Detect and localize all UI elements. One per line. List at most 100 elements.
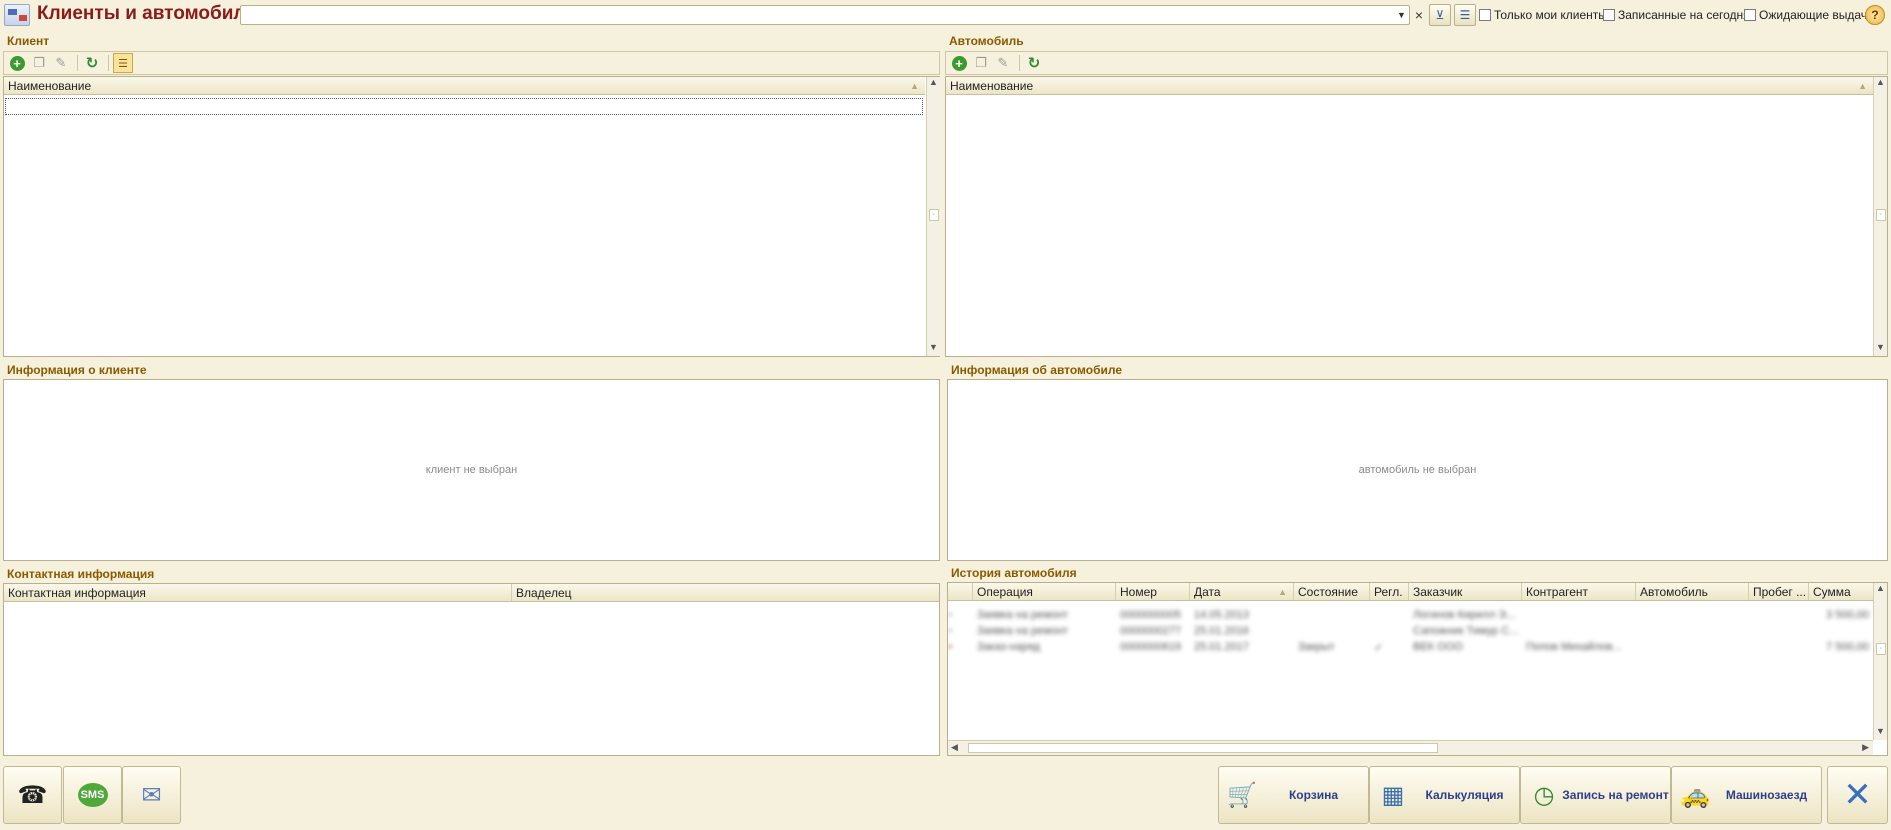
client-hierarchy-toggle[interactable]: ☰: [113, 53, 133, 73]
history-column-date[interactable]: Дата ▲: [1190, 583, 1294, 600]
car-arrival-button[interactable]: 🚕 Машинозаезд: [1671, 766, 1822, 824]
calculation-button[interactable]: ▦ Калькуляция: [1369, 766, 1520, 824]
filter-booked-today[interactable]: Записанные на сегодня: [1603, 8, 1750, 22]
sms-button[interactable]: SMS: [63, 766, 122, 824]
booked-today-checkbox[interactable]: [1603, 9, 1615, 21]
history-column-counterparty[interactable]: Контрагент: [1522, 583, 1636, 600]
scroll-up-icon[interactable]: ▲: [1874, 583, 1887, 597]
history-column-operation[interactable]: Операция: [973, 583, 1116, 600]
history-row[interactable]: ▪ Заявка на ремонт 0000000005 14.05.2013 Лог…: [948, 607, 1873, 623]
history-hscrollbar[interactable]: ◀ ▶: [948, 740, 1873, 755]
scroll-down-icon[interactable]: ▼: [927, 342, 940, 356]
client-edit-button[interactable]: ✎: [51, 53, 71, 73]
history-column-number[interactable]: Номер: [1116, 583, 1190, 600]
settings-list-icon: ☰: [1459, 8, 1471, 22]
scroll-up-icon[interactable]: ▲: [1874, 77, 1887, 91]
add-icon: +: [951, 55, 967, 71]
history-cell: Закрыт: [1298, 641, 1335, 653]
car-info-panel: автомобиль не выбран: [947, 379, 1888, 561]
scroll-thumb[interactable]: ▫: [1876, 209, 1886, 221]
document-icon: ▪: [948, 625, 952, 637]
history-cell: Сапожник Тимур С...: [1413, 625, 1519, 637]
history-cell: 14.05.2013: [1194, 609, 1250, 621]
car-list-scrollbar[interactable]: ▲ ▫ ▼: [1873, 77, 1887, 356]
only-my-clients-checkbox[interactable]: [1479, 9, 1491, 21]
sort-asc-icon: ▲: [1278, 586, 1287, 597]
car-toolbar: + ❐ ✎ ↻: [945, 51, 1888, 75]
scroll-thumb[interactable]: ▫: [929, 209, 939, 221]
history-hscroll-thumb[interactable]: [968, 743, 1438, 753]
scroll-down-icon[interactable]: ▼: [1874, 726, 1887, 740]
car-refresh-button[interactable]: ↻: [1024, 53, 1044, 73]
history-column-state[interactable]: Состояние: [1294, 583, 1370, 600]
clock-calendar-icon: ◷: [1533, 781, 1555, 809]
scroll-right-icon[interactable]: ▶: [1862, 742, 1869, 753]
car-arrival-button-label: Машинозаезд: [1725, 788, 1808, 802]
client-list[interactable]: Наименование ▲ ▲ ▫ ▼: [3, 76, 940, 357]
client-list-header: Наименование ▲: [4, 77, 925, 95]
scroll-left-icon[interactable]: ◀: [951, 742, 958, 753]
clear-filter-button[interactable]: ⊻: [1429, 4, 1451, 26]
history-cell: 25.01.2017: [1194, 641, 1250, 653]
awaiting-pickup-checkbox[interactable]: [1744, 9, 1756, 21]
history-row[interactable]: ▪ Заказ-наряд 0000000619 25.01.2017 Закрыт ✓ В…: [948, 639, 1873, 655]
sms-icon: SMS: [77, 783, 108, 807]
history-row[interactable]: ▪ Заявка на ремонт 0000000277 25.01.2016 Сап…: [948, 623, 1873, 639]
client-selected-row[interactable]: [5, 98, 923, 115]
search-clear-icon[interactable]: ×: [1411, 5, 1427, 25]
car-add-button[interactable]: +: [949, 53, 969, 73]
history-cell: 0000000277: [1120, 625, 1182, 637]
sort-asc-icon: ▲: [910, 80, 919, 91]
contacts-column-owner[interactable]: Владелец: [512, 584, 939, 601]
client-add-button[interactable]: +: [7, 53, 27, 73]
search-dropdown-icon[interactable]: ▼: [1394, 6, 1409, 24]
cart-button[interactable]: 🛒 Корзина: [1218, 766, 1369, 824]
booking-button-label: Запись на ремонт: [1562, 788, 1669, 802]
car-section-title: Автомобиль: [949, 34, 1024, 48]
filter-clear-icon: ⊻: [1435, 8, 1445, 22]
history-column-sum[interactable]: Сумма: [1809, 583, 1873, 600]
filter-only-my-clients[interactable]: Только мои клиенты: [1479, 8, 1607, 22]
car-name-column[interactable]: Наименование ▲: [946, 77, 1873, 94]
history-column-mileage[interactable]: Пробег ...: [1749, 583, 1809, 600]
call-button[interactable]: ☎: [3, 766, 62, 824]
client-name-column[interactable]: Наименование ▲: [4, 77, 925, 94]
history-table-header: Операция Номер Дата ▲ Состояние Регл. За…: [948, 583, 1873, 601]
help-icon: ?: [1871, 8, 1879, 22]
history-column-customer[interactable]: Заказчик: [1409, 583, 1522, 600]
scroll-thumb[interactable]: ▫: [1876, 643, 1886, 655]
app-icon: [4, 4, 30, 26]
contacts-list[interactable]: Контактная информация Владелец: [3, 583, 940, 756]
booking-button[interactable]: ◷ Запись на ремонт: [1520, 766, 1671, 824]
filter-settings-button[interactable]: ☰: [1454, 4, 1476, 26]
email-icon: ✉: [141, 781, 162, 809]
history-column-regl[interactable]: Регл.: [1370, 583, 1409, 600]
history-title: История автомобиля: [951, 566, 1077, 580]
car-copy-button[interactable]: ❐: [971, 53, 991, 73]
page-title: Клиенты и автомобили: [37, 3, 258, 24]
close-button[interactable]: ✕: [1827, 766, 1888, 824]
history-column-car[interactable]: Автомобиль: [1636, 583, 1749, 600]
help-button[interactable]: ?: [1865, 5, 1885, 25]
history-cell: 25.01.2016: [1194, 625, 1250, 637]
history-cell: Заявка на ремонт: [977, 609, 1069, 621]
email-button[interactable]: ✉: [122, 766, 181, 824]
car-list[interactable]: Наименование ▲ ▲ ▫ ▼: [945, 76, 1888, 357]
close-icon: ✕: [1843, 776, 1872, 814]
history-cell: 3 500,00: [1826, 609, 1869, 621]
search-input[interactable]: [240, 5, 1410, 25]
scroll-up-icon[interactable]: ▲: [927, 77, 940, 91]
client-refresh-button[interactable]: ↻: [82, 53, 102, 73]
history-cell: 7 500,00: [1826, 641, 1869, 653]
client-info-empty-text: клиент не выбран: [425, 464, 518, 476]
filter-awaiting-pickup[interactable]: Ожидающие выдачи: [1744, 8, 1874, 22]
car-edit-button[interactable]: ✎: [993, 53, 1013, 73]
scroll-down-icon[interactable]: ▼: [1874, 342, 1887, 356]
contacts-column-info[interactable]: Контактная информация: [4, 584, 512, 601]
only-my-clients-label: Только мои клиенты: [1494, 8, 1607, 22]
toolbar-separator: [108, 55, 109, 71]
history-vscrollbar[interactable]: ▲ ▫ ▼: [1873, 583, 1887, 740]
history-table[interactable]: Операция Номер Дата ▲ Состояние Регл. За…: [947, 582, 1888, 756]
client-copy-button[interactable]: ❐: [29, 53, 49, 73]
client-list-scrollbar[interactable]: ▲ ▫ ▼: [926, 77, 940, 356]
